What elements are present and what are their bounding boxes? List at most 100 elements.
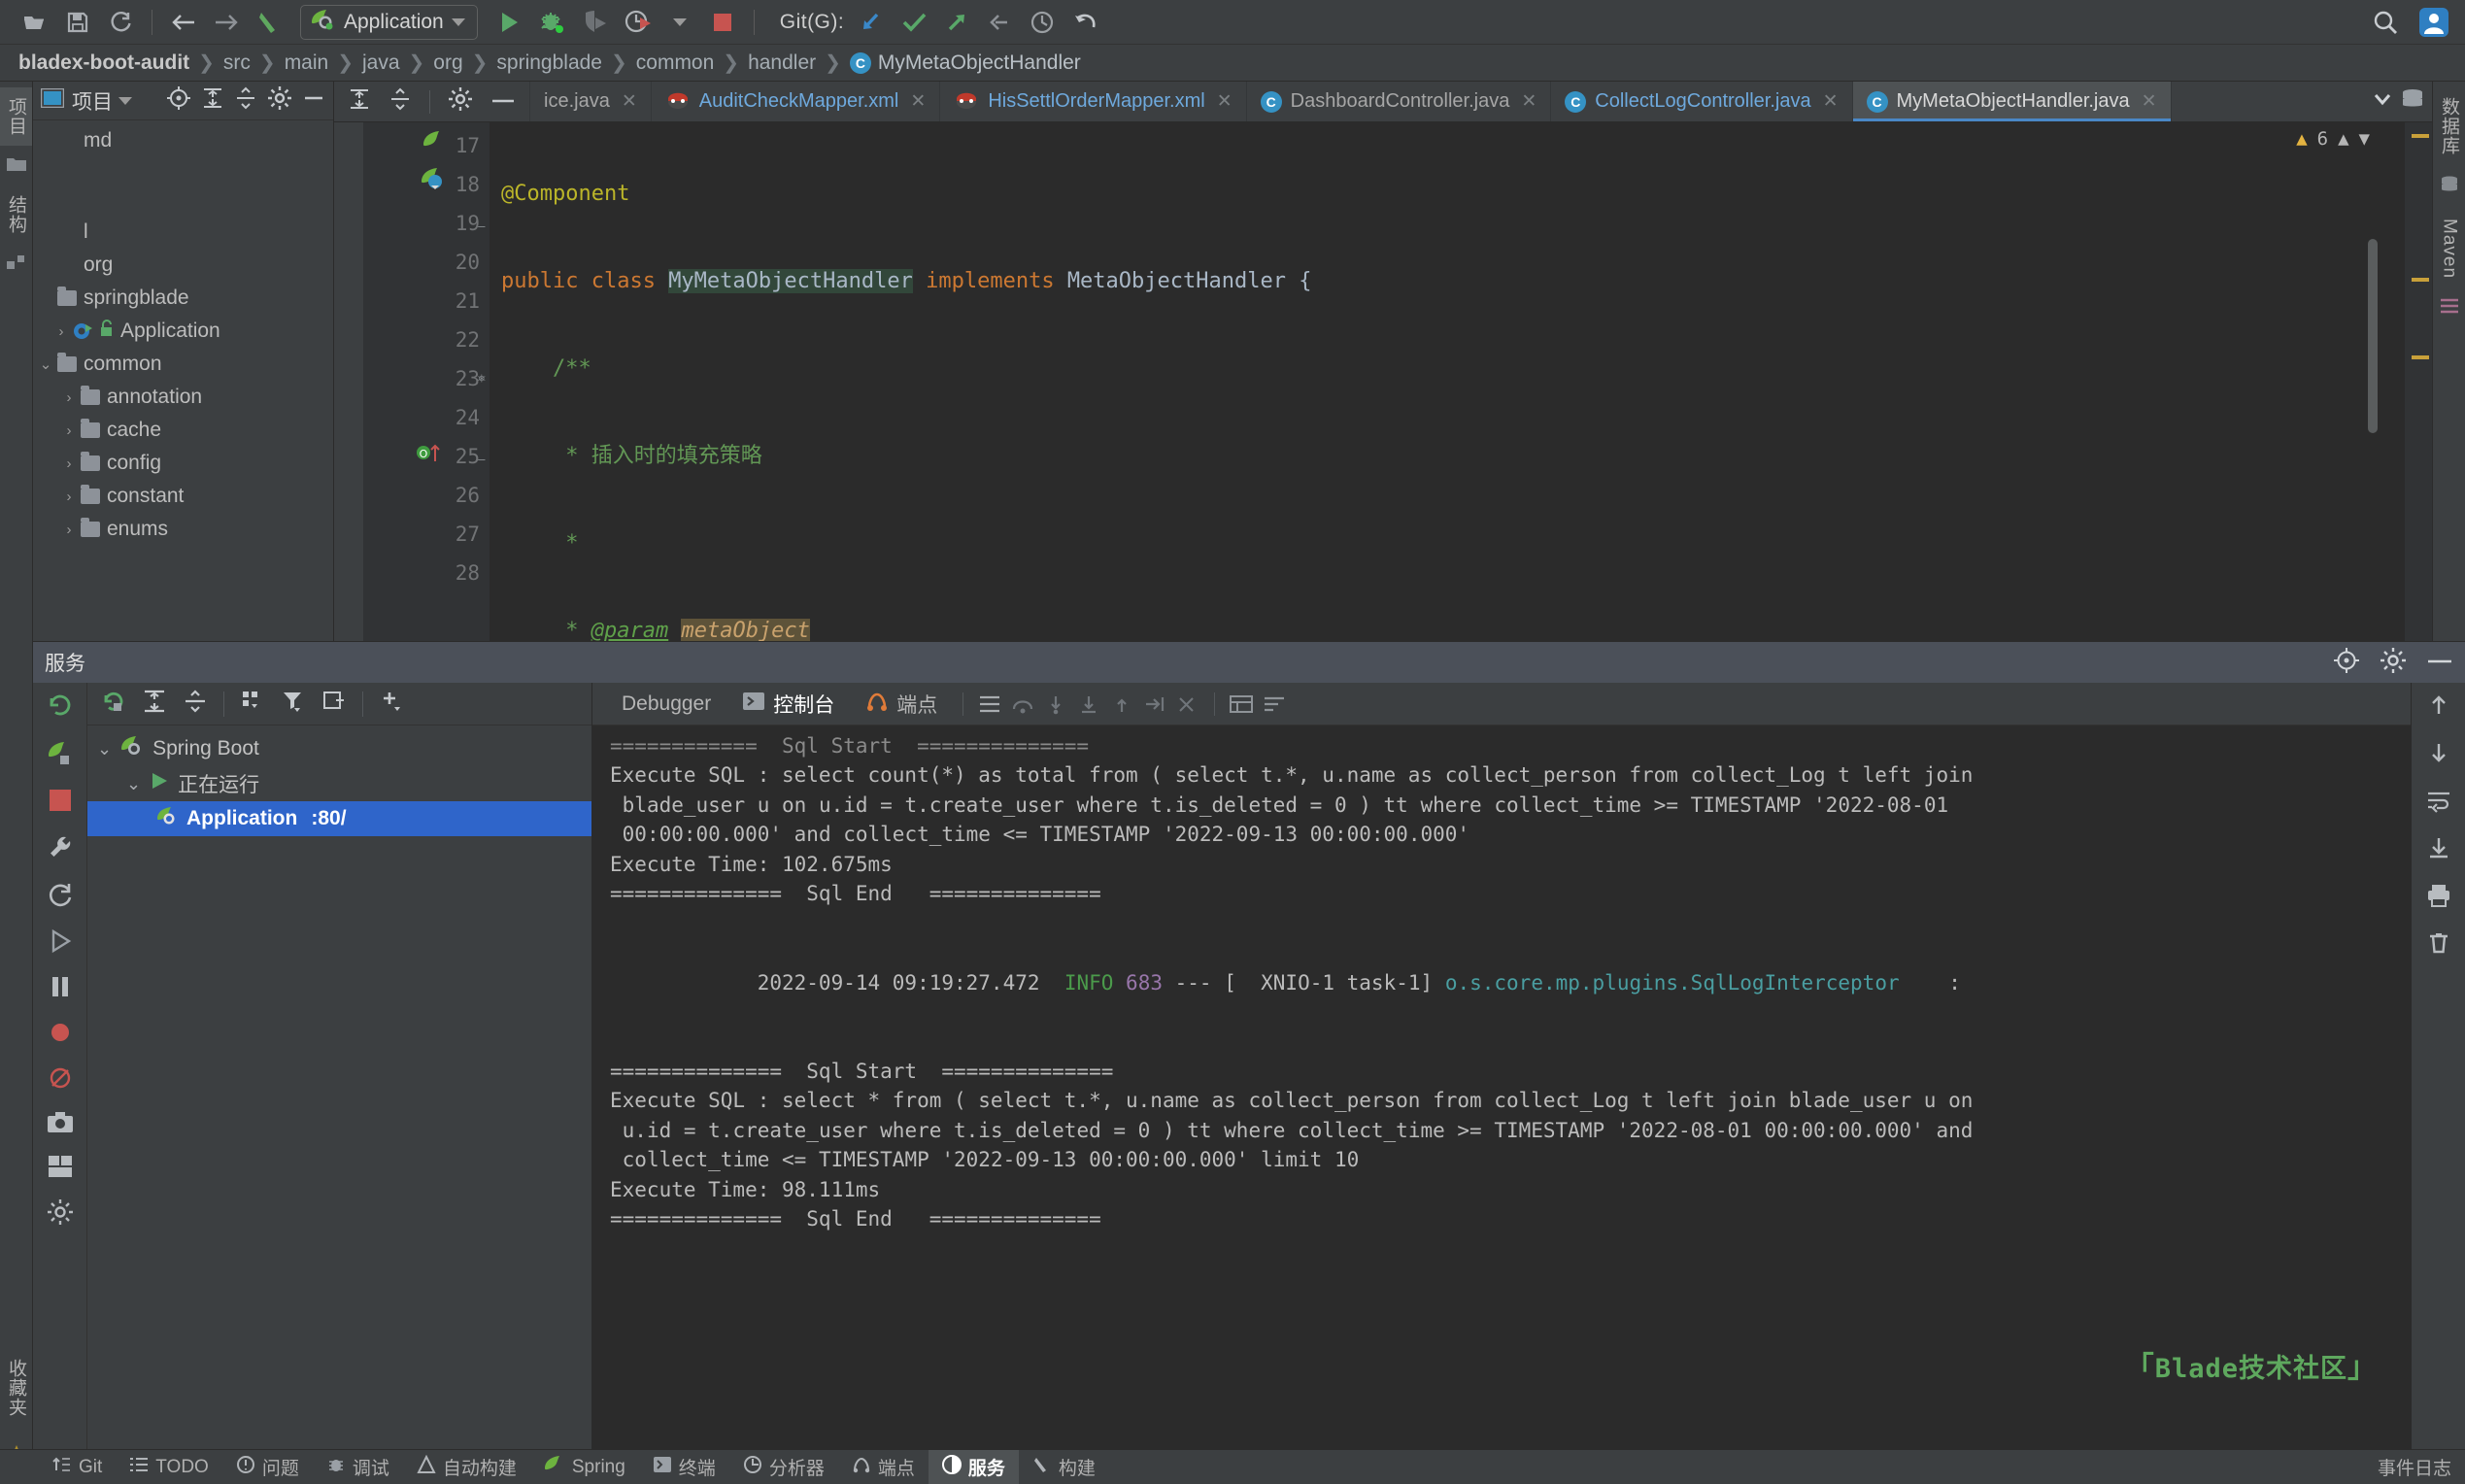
scrollbar-thumb[interactable] — [2368, 239, 2378, 433]
tree-arrow-collapsed[interactable]: › — [60, 522, 78, 538]
profiler-icon[interactable] — [616, 5, 658, 40]
stop-icon[interactable] — [701, 5, 744, 40]
view-breakpoints-icon[interactable] — [48, 1065, 73, 1096]
stop-red-icon[interactable] — [48, 788, 73, 818]
history-icon[interactable] — [1021, 5, 1064, 40]
editor-tab-auditcheckmapper-xml[interactable]: AuditCheckMapper.xml ✕ — [652, 82, 941, 121]
run-icon[interactable] — [488, 5, 530, 40]
tree-item[interactable]: org — [33, 249, 333, 282]
step-into-icon[interactable] — [1039, 690, 1072, 719]
status-item-auto-build[interactable]: 自动构建 — [403, 1450, 530, 1484]
breadcrumb-item-4[interactable]: org — [430, 51, 465, 75]
soft-wrap-icon[interactable] — [2425, 788, 2452, 818]
force-step-into-icon[interactable] — [1072, 690, 1105, 719]
locate-target-icon[interactable] — [2333, 647, 2360, 679]
tree-arrow-expanded[interactable]: ⌄ — [97, 739, 112, 759]
fold-end-icon[interactable]: ⎈ — [478, 359, 486, 398]
tree-arrow-collapsed[interactable]: › — [60, 389, 78, 406]
update-project-icon[interactable] — [850, 5, 893, 40]
fold-minus-icon[interactable]: ⚊ — [478, 437, 486, 476]
minimize-icon[interactable] — [2426, 654, 2453, 671]
push-icon[interactable] — [935, 5, 978, 40]
print-icon[interactable] — [2425, 883, 2452, 913]
debug-icon[interactable] — [530, 5, 573, 40]
expand-all-icon[interactable] — [142, 689, 167, 719]
clear-all-icon[interactable] — [2426, 930, 2451, 961]
tree-arrow-collapsed[interactable]: › — [52, 323, 70, 340]
status-item-terminal[interactable]: 终端 — [639, 1450, 729, 1484]
list-icon[interactable] — [973, 690, 1006, 719]
settings-gear-icon[interactable] — [267, 85, 292, 116]
breadcrumb-item-6[interactable]: common — [633, 51, 718, 75]
tree-item-cache[interactable]: › cache — [33, 414, 333, 447]
rollback-arrow-icon[interactable] — [978, 5, 1021, 40]
status-item-todo[interactable]: TODO — [116, 1450, 222, 1484]
tree-item[interactable]: l — [33, 216, 333, 249]
breadcrumb-item-file[interactable]: C MyMetaObjectHandler — [847, 51, 1084, 75]
close-icon[interactable]: ✕ — [1823, 90, 1839, 113]
status-item-git[interactable]: Git — [39, 1450, 116, 1484]
wrench-icon[interactable] — [47, 833, 74, 865]
back-arrow-icon[interactable] — [162, 5, 205, 40]
commit-icon[interactable] — [893, 5, 935, 40]
step-over-icon[interactable] — [1006, 690, 1039, 719]
status-item-debug[interactable]: 调试 — [313, 1450, 403, 1484]
breadcrumb-item-2[interactable]: main — [282, 51, 332, 75]
collapse-all-icon[interactable] — [234, 86, 257, 115]
chevron-down-icon[interactable] — [118, 96, 132, 105]
evaluate-icon[interactable] — [1225, 690, 1258, 719]
tab-endpoints[interactable]: 端点 — [850, 690, 953, 719]
editor-tab-hissettlordermapper-xml[interactable]: HisSettlOrderMapper.xml ✕ — [940, 82, 1247, 121]
run-configuration-selector[interactable]: Application — [300, 4, 478, 40]
scroll-up-icon[interactable] — [2426, 692, 2451, 723]
undo-icon[interactable] — [1064, 5, 1106, 40]
sidebar-item-maven[interactable]: Maven — [2436, 209, 2463, 288]
breadcrumb-item-1[interactable]: src — [220, 51, 253, 75]
tree-item-common[interactable]: ⌄ common — [33, 348, 333, 381]
drop-frame-icon[interactable] — [1171, 690, 1204, 719]
settings-gear-icon[interactable] — [47, 1198, 74, 1231]
group-icon[interactable] — [240, 689, 265, 719]
add-icon[interactable] — [379, 689, 404, 719]
tree-item-application[interactable]: › Application — [33, 315, 333, 348]
breadcrumb-item-0[interactable]: bladex-boot-audit — [16, 51, 192, 75]
editor-tab-mymetaobjecthandler-java[interactable]: C MyMetaObjectHandler.java ✕ — [1852, 82, 2172, 121]
pause-icon[interactable] — [48, 974, 73, 1004]
rerun-icon[interactable] — [46, 691, 75, 725]
tree-item-enums[interactable]: › enums — [33, 513, 333, 546]
editor-tab-collectlogcontroller-java[interactable]: C CollectLogController.java ✕ — [1551, 82, 1853, 121]
locate-target-icon[interactable] — [166, 85, 191, 116]
event-log-label[interactable]: 事件日志 — [2378, 1454, 2451, 1480]
open-folder-icon[interactable] — [14, 5, 56, 40]
forward-arrow-icon[interactable] — [205, 5, 248, 40]
editor-tab-dashboardcontroller-java[interactable]: C DashboardController.java ✕ — [1247, 82, 1552, 121]
tree-arrow-collapsed[interactable]: › — [60, 489, 78, 505]
tab-debugger[interactable]: Debugger — [606, 692, 726, 716]
close-icon[interactable]: ✕ — [2142, 90, 2157, 113]
status-item-endpoints[interactable]: 端点 — [838, 1450, 929, 1484]
tree-arrow-collapsed[interactable]: › — [60, 422, 78, 439]
warning-stripe[interactable] — [2412, 278, 2429, 282]
close-icon[interactable]: ✕ — [910, 90, 926, 113]
filter-icon[interactable] — [281, 689, 306, 719]
close-icon[interactable]: ✕ — [1217, 90, 1232, 113]
run-with-coverage-icon[interactable] — [573, 5, 616, 40]
sidebar-item-favorites[interactable]: 收藏夹 — [0, 1349, 32, 1427]
services-tree[interactable]: ⌄ Spring Boot ⌄ 正在运行 Application:80/ — [87, 725, 591, 1449]
status-item-problems[interactable]: 问题 — [222, 1450, 313, 1484]
expand-all-icon[interactable] — [348, 87, 371, 116]
scroll-to-end-icon[interactable] — [2425, 835, 2452, 865]
tree-item[interactable]: md — [33, 124, 333, 157]
status-item-build[interactable]: 构建 — [1019, 1450, 1109, 1484]
scroll-down-icon[interactable] — [2426, 740, 2451, 770]
tree-item[interactable] — [33, 157, 333, 216]
database-stack-icon[interactable] — [2401, 88, 2424, 115]
service-node-spring-boot[interactable]: ⌄ Spring Boot — [87, 731, 591, 766]
tree-arrow-collapsed[interactable]: › — [60, 455, 78, 472]
service-node-running[interactable]: ⌄ 正在运行 — [87, 766, 591, 801]
sidebar-item-project[interactable]: 项目 — [0, 87, 32, 146]
breadcrumb-item-5[interactable]: springblade — [493, 51, 605, 75]
service-node-application[interactable]: Application :80/ — [87, 801, 591, 836]
console-output[interactable]: ============ Sql Start ============== Ex… — [592, 725, 2411, 1449]
mute-breakpoints-icon[interactable] — [48, 1020, 73, 1050]
